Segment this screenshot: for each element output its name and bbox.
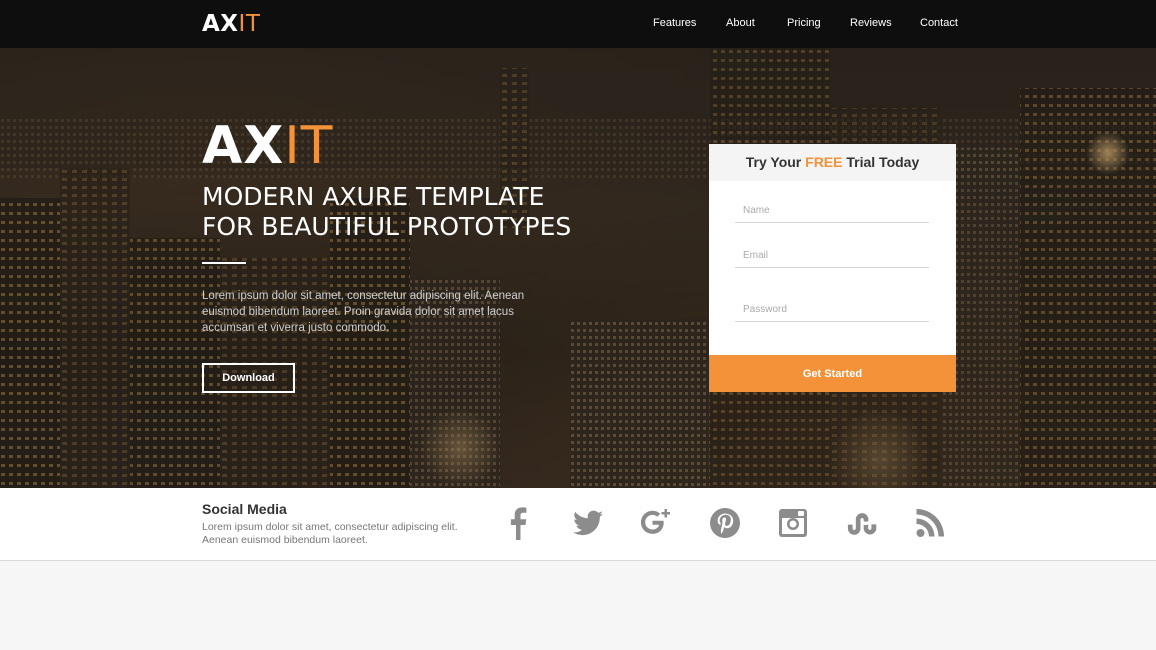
hero-headline-line1: MODERN AXURE TEMPLATE [202, 182, 545, 211]
stumbleupon-icon[interactable] [845, 506, 879, 540]
nav-link-pricing[interactable]: Pricing [787, 17, 821, 29]
top-navbar: AXIT Features About Pricing Reviews Cont… [0, 0, 1156, 48]
name-input[interactable] [735, 199, 929, 223]
brand-logo[interactable]: AXIT [202, 12, 260, 36]
hero-section: AXIT MODERN AXURE TEMPLATE FOR BEAUTIFUL… [0, 48, 1156, 488]
page-footer-background [0, 561, 1156, 650]
hero-headline-line2: FOR BEAUTIFUL PROTOTYPES [202, 212, 572, 241]
nav-link-about[interactable]: About [726, 17, 755, 29]
signup-title-before: Try Your [745, 154, 806, 170]
hero-logo-main: AX [202, 116, 285, 176]
hero-description: Lorem ipsum dolor sit amet, consectetur … [202, 290, 525, 334]
hero-divider [202, 262, 246, 264]
nav-link-features[interactable]: Features [653, 17, 696, 29]
facebook-icon[interactable] [502, 506, 536, 540]
get-started-button[interactable]: Get Started [709, 355, 956, 392]
email-input[interactable] [735, 244, 929, 268]
free-trial-signup-card: Try Your FREE Trial Today Get Started [709, 144, 956, 392]
signup-title-highlight: FREE [805, 154, 843, 170]
brand-logo-accent: IT [238, 11, 261, 37]
signup-card-title: Try Your FREE Trial Today [709, 144, 956, 181]
nav-link-contact[interactable]: Contact [920, 17, 958, 29]
signup-title-after: Trial Today [842, 154, 920, 170]
download-button[interactable]: Download [202, 363, 295, 393]
social-media-title: Social Media [202, 501, 287, 517]
social-media-description: Lorem ipsum dolor sit amet, consectetur … [202, 521, 458, 546]
instagram-icon[interactable] [776, 506, 810, 540]
hero-headline: MODERN AXURE TEMPLATE FOR BEAUTIFUL PROT… [202, 182, 571, 242]
rss-icon[interactable] [913, 506, 947, 540]
hero-logo-accent: IT [284, 116, 334, 176]
social-media-section: Social Media Lorem ipsum dolor sit amet,… [0, 488, 1156, 561]
twitter-icon[interactable] [571, 506, 605, 540]
hero-logo: AXIT [202, 118, 333, 174]
hero-dark-overlay [0, 48, 1156, 488]
password-input[interactable] [735, 298, 929, 322]
nav-link-reviews[interactable]: Reviews [850, 17, 892, 29]
pinterest-icon[interactable] [708, 506, 742, 540]
brand-logo-main: AX [202, 11, 239, 37]
google-plus-icon[interactable] [640, 506, 674, 540]
